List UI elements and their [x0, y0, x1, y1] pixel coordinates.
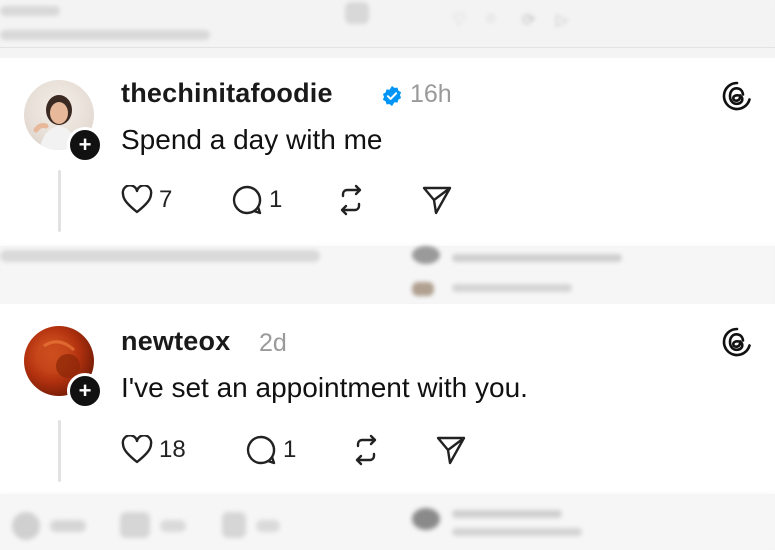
share-icon: [422, 186, 452, 215]
share-button[interactable]: [421, 180, 453, 220]
thread-line: [58, 170, 61, 232]
post-time: 2d: [259, 329, 287, 357]
repost-icon: [355, 434, 377, 466]
heart-icon: [121, 435, 153, 464]
repost-button[interactable]: [350, 430, 382, 470]
threads-logo-icon[interactable]: [721, 80, 753, 112]
blurred-background-content: [0, 494, 775, 550]
reply-count: 1: [269, 186, 283, 213]
follow-plus-icon[interactable]: +: [67, 373, 103, 409]
post-text: Spend a day with me: [121, 124, 383, 155]
reply-button[interactable]: 1: [245, 430, 296, 470]
repost-icon: [340, 184, 362, 216]
post-card[interactable]: + thechinitafoodie 16h Spend a day with …: [0, 58, 775, 246]
post-text: I've set an appointment with you.: [121, 372, 528, 403]
like-count: 18: [159, 436, 186, 463]
share-button[interactable]: [435, 430, 467, 470]
post-time: 16h: [410, 80, 452, 108]
post-card[interactable]: + newteox 2d I've set an appointment wit…: [0, 304, 775, 494]
divider: [0, 47, 775, 48]
follow-plus-icon[interactable]: +: [67, 127, 103, 163]
verified-badge-icon: [382, 85, 402, 107]
reply-count: 1: [283, 436, 297, 463]
thread-line: [58, 420, 61, 482]
threads-logo-icon[interactable]: [721, 326, 753, 358]
comment-icon: [232, 185, 262, 215]
like-button[interactable]: 18: [121, 430, 186, 470]
share-icon: [436, 436, 466, 465]
username[interactable]: newteox: [121, 326, 230, 357]
comment-icon: [246, 435, 276, 465]
blurred-background-content: [0, 246, 775, 304]
blurred-previous-post: ♡ ○ ⟳ ▷: [0, 0, 775, 48]
like-count: 7: [159, 186, 173, 213]
username[interactable]: thechinitafoodie: [121, 78, 333, 109]
like-button[interactable]: 7: [121, 180, 172, 220]
repost-button[interactable]: [335, 180, 367, 220]
reply-button[interactable]: 1: [231, 180, 282, 220]
heart-icon: [121, 185, 153, 214]
